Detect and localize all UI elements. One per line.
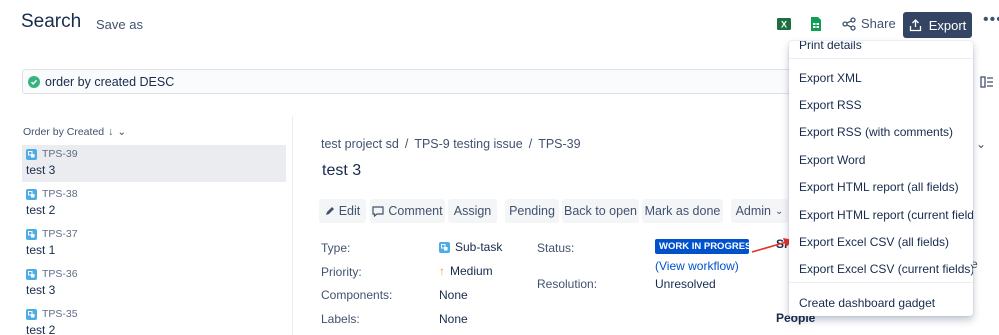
menu-item-export-csv-all[interactable]: Export Excel CSV (all fields) (789, 228, 973, 255)
more-actions-icon[interactable]: ••• (983, 11, 999, 29)
pencil-icon (325, 207, 334, 215)
export-icon (909, 18, 921, 31)
chevron-down-icon: ⌄ (775, 205, 784, 217)
issue-summary: test 2 (26, 323, 56, 335)
priority-text: Medium (450, 264, 493, 278)
issue-summary: test 3 (26, 283, 56, 297)
menu-item-print-details[interactable]: Print details (789, 41, 973, 58)
issue-key: TPS-35 (42, 308, 78, 320)
view-workflow-link[interactable]: (View workflow) (655, 259, 739, 273)
issue-key: TPS-36 (42, 268, 78, 280)
mark-as-done-button[interactable]: Mark as done (642, 199, 723, 223)
sort-arrow-icon: ↓ (108, 126, 114, 138)
resolution-value: Unresolved (655, 277, 716, 291)
back-to-open-button[interactable]: Back to open (562, 199, 639, 223)
menu-item-export-xml[interactable]: Export XML (789, 64, 973, 91)
export-label: Export (928, 17, 967, 33)
save-as-link[interactable]: Save as (96, 17, 143, 32)
pending-button[interactable]: Pending (505, 199, 559, 223)
chevron-down-icon: ⌄ (117, 126, 127, 138)
comment-label: Comment (388, 204, 443, 218)
breadcrumb: test project sd / TPS-9 testing issue / … (321, 137, 581, 151)
menu-item-export-csv-current[interactable]: Export Excel CSV (current fields) (789, 255, 973, 282)
excel-export-icon[interactable]: X (776, 16, 792, 37)
type-label: Type: (321, 241, 351, 255)
labels-value: None (439, 312, 468, 326)
priority-label: Priority: (321, 265, 362, 279)
type-value: Sub-task (439, 240, 502, 254)
edit-button[interactable]: Edit (319, 199, 366, 223)
menu-separator (789, 282, 973, 283)
breadcrumb-separator: / (528, 137, 533, 151)
comment-button[interactable]: Comment (370, 199, 445, 223)
subtask-icon (26, 148, 37, 160)
share-label: Share (861, 16, 896, 31)
page-title: Search (21, 11, 82, 32)
menu-item-export-html-all[interactable]: Export HTML report (all fields) (789, 173, 973, 200)
breadcrumb-issue[interactable]: TPS-39 (538, 137, 580, 151)
svg-text:X: X (781, 20, 787, 30)
resolution-label: Resolution: (537, 277, 598, 291)
issue-title: test 3 (322, 162, 362, 179)
jql-query-text: order by created DESC (45, 74, 175, 89)
subtask-icon (439, 241, 450, 253)
order-by-label: Order by Created (23, 126, 105, 138)
issue-list-item[interactable]: TPS-35 test 2 (22, 305, 286, 335)
subtask-icon (26, 188, 37, 200)
subtask-icon (26, 308, 37, 320)
priority-value: ↑ Medium (439, 264, 493, 278)
issue-key: TPS-38 (42, 188, 78, 200)
admin-label: Admin (735, 204, 772, 218)
menu-item-export-rss[interactable]: Export RSS (789, 91, 973, 118)
issue-summary: test 2 (26, 203, 56, 217)
issue-key: TPS-37 (42, 228, 78, 240)
menu-item-export-html-current[interactable]: Export HTML report (current fields) (789, 201, 973, 228)
issue-summary: test 3 (26, 163, 56, 177)
issue-list-item[interactable]: TPS-37 test 1 (22, 225, 286, 262)
priority-up-arrow-icon: ↑ (439, 264, 445, 278)
labels-label: Labels: (321, 312, 360, 326)
type-text: Sub-task (455, 240, 503, 254)
menu-item-create-dashboard-gadget[interactable]: Create dashboard gadget (789, 289, 973, 316)
breadcrumb-parent[interactable]: TPS-9 testing issue (414, 137, 522, 151)
layout-toggle-icon[interactable] (980, 76, 994, 91)
issue-list-item[interactable]: TPS-36 test 3 (22, 265, 286, 302)
menu-item-export-word[interactable]: Export Word (789, 146, 973, 173)
breadcrumb-project[interactable]: test project sd (321, 137, 399, 151)
jql-query-bar[interactable]: order by created DESC (22, 69, 792, 94)
status-label: Status: (537, 241, 575, 255)
subtask-icon (26, 228, 37, 240)
breadcrumb-separator: / (404, 137, 409, 151)
panel-divider (292, 116, 293, 335)
google-sheets-icon[interactable] (808, 16, 824, 37)
menu-item-export-rss-comments[interactable]: Export RSS (with comments) (789, 118, 973, 145)
issue-list-item[interactable]: TPS-39 test 3 (22, 145, 286, 182)
edit-label: Edit (338, 204, 361, 218)
chevron-down-icon[interactable]: ⌄ (976, 137, 986, 151)
comment-icon (372, 205, 385, 217)
admin-menu-button[interactable]: Admin ⌄ (731, 199, 788, 223)
share-icon (842, 16, 856, 31)
issue-key: TPS-39 (42, 148, 78, 160)
share-button[interactable]: Share (842, 16, 896, 31)
status-lozenge[interactable]: WORK IN PROGRESS (655, 239, 749, 254)
components-value: None (439, 288, 468, 302)
issue-summary: test 1 (26, 243, 56, 257)
subtask-icon (26, 268, 37, 280)
components-label: Components: (321, 288, 393, 302)
valid-query-check-icon (28, 75, 40, 88)
issue-list-item[interactable]: TPS-38 test 2 (22, 185, 286, 222)
export-dropdown-menu: Print details Export XML Export RSS Expo… (789, 41, 973, 316)
order-by-control[interactable]: Order by Created ↓ ⌄ (23, 126, 126, 138)
menu-separator (789, 58, 973, 59)
assign-button[interactable]: Assign (448, 199, 497, 223)
export-button[interactable]: Export (903, 12, 972, 38)
